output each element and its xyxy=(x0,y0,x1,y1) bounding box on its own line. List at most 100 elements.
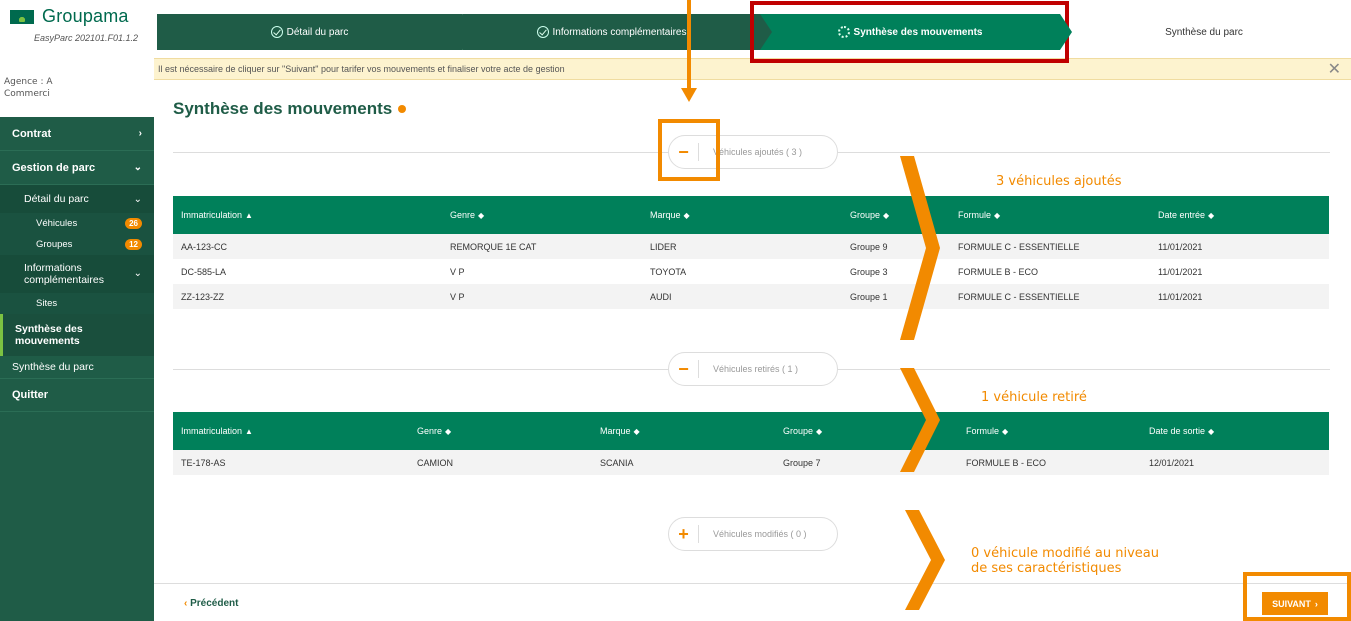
table-header-row: Immatriculation ▲ Genre ◆ Marque ◆ Groupe ◆ … xyxy=(173,412,1329,450)
nav-groupes[interactable]: Groupes 12 xyxy=(0,234,154,255)
sort-icon: ▲ xyxy=(245,427,253,436)
chevron-down-icon: ⌄ xyxy=(133,268,142,279)
collapse-icon[interactable]: − xyxy=(669,360,699,378)
cell: DC-585-LA xyxy=(181,266,227,277)
annotation-highlight-step xyxy=(750,1,1069,63)
added-table: Immatriculation ▲ Genre ◆ Marque ◆ Groupe ◆ … xyxy=(173,196,1329,309)
groupama-logo-icon xyxy=(10,9,34,24)
nav-vehicules-label: Véhicules xyxy=(36,218,78,229)
sort-icon: ◆ xyxy=(883,211,890,220)
step-detail-label: Détail du parc xyxy=(286,26,349,38)
nav-sites-label: Sites xyxy=(36,298,58,309)
col-formule[interactable]: Formule ◆ xyxy=(958,412,1141,450)
nav-informations[interactable]: Informations complémentaires ⌄ xyxy=(0,255,154,293)
sort-icon: ◆ xyxy=(1002,427,1009,436)
annotation-modified-text: 0 véhicule modifié au niveau de ses cara… xyxy=(971,546,1159,576)
nav-groupes-label: Groupes xyxy=(36,239,73,250)
previous-button[interactable]: ‹ Précédent xyxy=(184,598,238,609)
nav-detail-parc[interactable]: Détail du parc ⌄ xyxy=(0,185,154,213)
annotation-added-text: 3 véhicules ajoutés xyxy=(996,174,1122,189)
col-genre[interactable]: Genre ◆ xyxy=(442,196,642,234)
col-genre[interactable]: Genre ◆ xyxy=(409,412,592,450)
removed-toggle[interactable]: − Véhicules retirés ( 1 ) xyxy=(668,352,838,386)
check-circle-icon xyxy=(270,26,283,38)
nav-quitter-label: Quitter xyxy=(12,389,49,401)
cell: FORMULE B - ECO xyxy=(958,266,1039,277)
step-synthese-parc[interactable]: Synthèse du parc xyxy=(1060,14,1348,50)
col-date-entree[interactable]: Date entrée ◆ xyxy=(1150,196,1329,234)
cell: TE-178-AS xyxy=(173,450,409,475)
nav-contrat[interactable]: Contrat › xyxy=(0,117,154,151)
chevron-left-icon: ‹ xyxy=(184,598,188,609)
nav-detail-label: Détail du parc xyxy=(24,193,89,205)
annotation-arrow-head xyxy=(681,88,697,102)
cell: SCANIA xyxy=(592,450,775,475)
expand-icon[interactable]: + xyxy=(669,525,699,543)
nav-gestion-parc[interactable]: Gestion de parc ⌄ xyxy=(0,151,154,185)
col-immatriculation[interactable]: Immatriculation ▲ xyxy=(173,412,409,450)
table-header-row: Immatriculation ▲ Genre ◆ Marque ◆ Groupe ◆ … xyxy=(173,196,1329,234)
cell: FORMULE C - ESSENTIELLE xyxy=(950,234,1150,259)
footer-divider xyxy=(154,583,1351,584)
step-informations-label: Informations complémentaires xyxy=(552,26,687,38)
vehicules-count-badge: 26 xyxy=(125,218,142,229)
step-separator xyxy=(1060,14,1072,50)
cell: TOYOTA xyxy=(650,266,687,277)
agency-line: Agence : A xyxy=(4,77,53,87)
page-title-text: Synthèse des mouvements xyxy=(173,99,393,118)
annotation-chevron-removed xyxy=(900,368,940,472)
modified-toggle[interactable]: + Véhicules modifiés ( 0 ) xyxy=(668,517,838,551)
table-row[interactable]: DC-585-LA V P TOYOTA Groupe 3 FORMULE B - EC… xyxy=(173,259,1329,284)
step-synthese-parc-label: Synthèse du parc xyxy=(1165,26,1243,38)
cell: CAMION xyxy=(409,450,592,475)
banner-text: Il est nécessaire de cliquer sur "Suivan… xyxy=(158,64,565,74)
close-icon[interactable]: ✕ xyxy=(1328,59,1341,79)
table-row[interactable]: ZZ-123-ZZ V P AUDI Groupe 1 FORMULE C - ESSE… xyxy=(173,284,1329,309)
cell: LIDER xyxy=(642,234,842,259)
nav-synthese-parc-label: Synthèse du parc xyxy=(12,361,94,373)
nav-synthese-mouvements[interactable]: Synthèse des mouvements xyxy=(0,314,154,356)
nav-sites[interactable]: Sites xyxy=(0,293,154,314)
col-marque[interactable]: Marque ◆ xyxy=(642,196,842,234)
nav-quitter[interactable]: Quitter xyxy=(0,378,154,412)
col-immatriculation[interactable]: Immatriculation ▲ xyxy=(173,196,442,234)
col-date-sortie[interactable]: Date de sortie ◆ xyxy=(1141,412,1329,450)
chevron-down-icon: ⌄ xyxy=(133,193,142,205)
annotation-chevron-added xyxy=(900,156,940,340)
col-marque[interactable]: Marque ◆ xyxy=(592,412,775,450)
sidebar: Groupama EasyParc 202101.F01.1.2 Agence … xyxy=(0,0,154,621)
step-separator xyxy=(462,14,474,50)
step-detail-parc[interactable]: Détail du parc xyxy=(157,14,474,50)
sidebar-nav: Contrat › Gestion de parc ⌄ Détail du pa… xyxy=(0,117,154,621)
cell: 11/01/2021 xyxy=(1150,284,1329,309)
table-row[interactable]: TE-178-AS CAMION SCANIA Groupe 7 FORMULE B -… xyxy=(173,450,1329,475)
logo-area: Groupama EasyParc 202101.F01.1.2 xyxy=(0,0,154,52)
nav-contrat-label: Contrat xyxy=(12,127,52,140)
annotation-arrow xyxy=(687,0,691,92)
annotation-modified-line2: de ses caractéristiques xyxy=(971,561,1122,576)
nav-vehicules[interactable]: Véhicules 26 xyxy=(0,213,154,234)
sort-icon: ◆ xyxy=(1208,427,1215,436)
col-formule[interactable]: Formule ◆ xyxy=(950,196,1150,234)
nav-gestion-label: Gestion de parc xyxy=(12,161,96,174)
removed-table: Immatriculation ▲ Genre ◆ Marque ◆ Groupe ◆ … xyxy=(173,412,1329,475)
cell: FORMULE B - ECO xyxy=(958,450,1141,475)
cell: FORMULE C - ESSENTIELLE xyxy=(950,284,1150,309)
nav-informations-label: Informations complémentaires xyxy=(24,262,104,286)
annotation-chevron-modified xyxy=(905,510,945,610)
step-separator xyxy=(760,14,772,50)
page-title: Synthèse des mouvements xyxy=(173,99,407,119)
cell: 12/01/2021 xyxy=(1141,450,1329,475)
annotation-modified-line1: 0 véhicule modifié au niveau xyxy=(971,546,1159,561)
sort-icon: ◆ xyxy=(683,211,690,220)
sort-icon: ◆ xyxy=(445,427,452,436)
step-informations[interactable]: Informations complémentaires xyxy=(462,14,772,50)
agency-info: Agence : A Commerci xyxy=(0,52,154,117)
cell: ZZ-123-ZZ xyxy=(173,284,442,309)
nav-synthese-parc[interactable]: Synthèse du parc xyxy=(0,356,154,378)
nav-synthese-mouv-label: Synthèse des mouvements xyxy=(15,323,83,347)
annotation-highlight-toggle xyxy=(658,119,720,181)
table-row[interactable]: AA-123-CC REMORQUE 1E CAT LIDER Groupe 9 FOR… xyxy=(173,234,1329,259)
sort-icon: ▲ xyxy=(245,211,253,220)
cell: V P xyxy=(442,284,642,309)
